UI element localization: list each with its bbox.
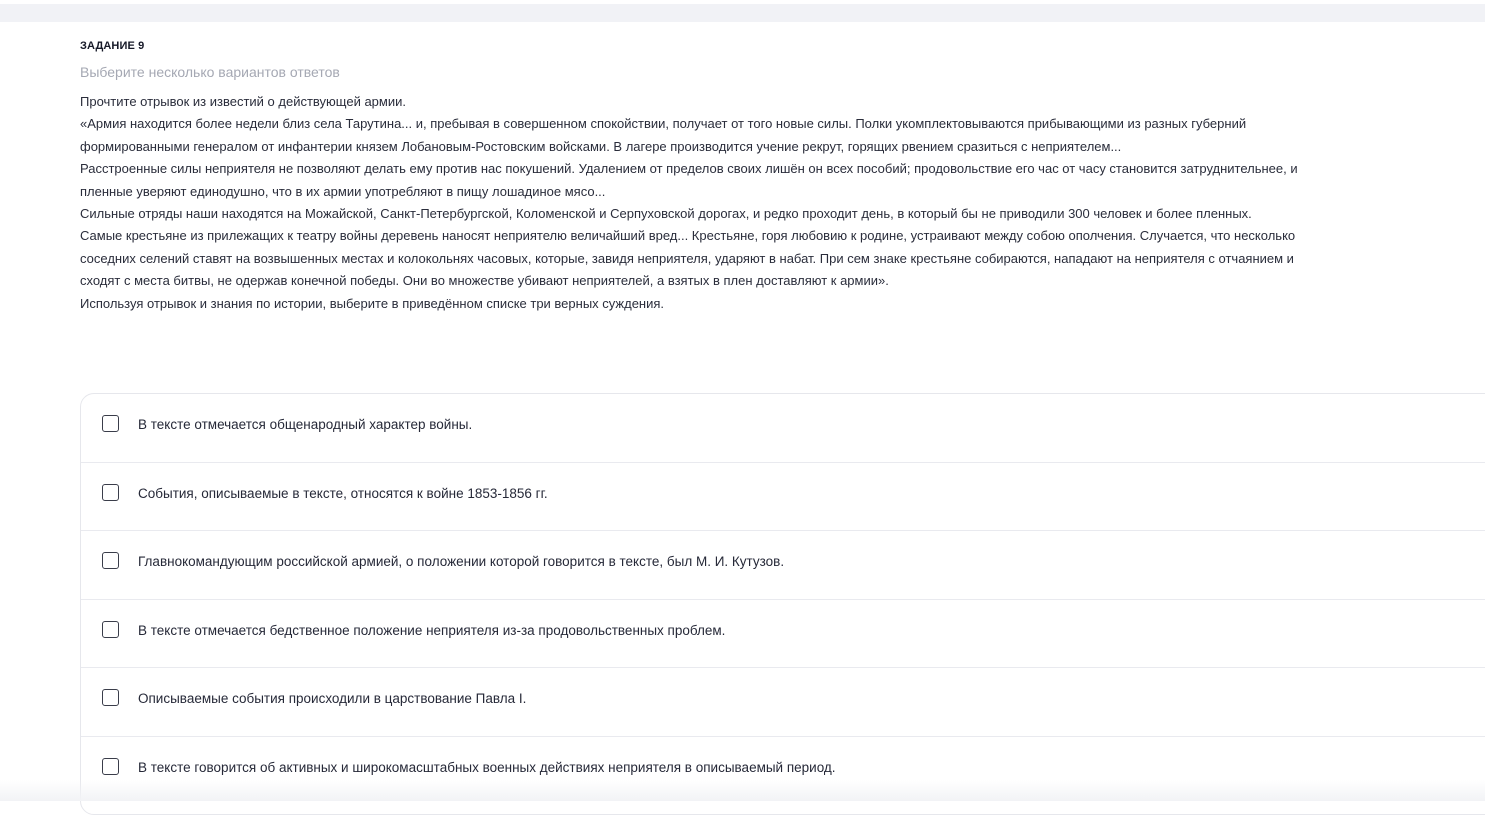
passage-line: Используя отрывок и знания по истории, в… (80, 295, 665, 311)
answer-option-label: События, описываемые в тексте, относятся… (138, 485, 548, 501)
checkbox[interactable] (102, 483, 119, 501)
answer-option[interactable]: Описываемые события происходили в царств… (81, 668, 1485, 737)
passage-line: формированными генералом от инфантерии к… (80, 138, 1122, 154)
passage-line: Самые крестьяне из прилежащих к театру в… (80, 228, 1296, 244)
checkbox[interactable] (102, 620, 119, 638)
answer-option-label: Описываемые события происходили в царств… (138, 691, 527, 706)
answer-option-label: В тексте отмечается бедственное положени… (138, 622, 726, 638)
answer-option-label: В тексте говорится об активных и широком… (138, 759, 836, 775)
passage-line: Прочтите отрывок из известий о действующ… (80, 94, 406, 109)
passage-line: пленные уверяют единодушно, что в их арм… (80, 183, 606, 199)
answer-option[interactable]: Главнокомандующим российской армией, о п… (81, 531, 1485, 600)
task-hint: Выберите несколько вариантов ответов (80, 64, 340, 80)
checkbox[interactable] (102, 689, 119, 706)
top-bar-band (0, 4, 1485, 22)
passage-line: соседних селений ставят на возвышенных м… (80, 250, 1294, 266)
checkbox[interactable] (102, 415, 119, 432)
answer-option[interactable]: В тексте отмечается общенародный характе… (81, 394, 1485, 463)
checkbox[interactable] (102, 552, 119, 569)
top-bar (0, 0, 1485, 22)
passage-line: Расстроенные силы неприятеля не позволяю… (80, 161, 1298, 177)
checkbox[interactable] (102, 757, 119, 775)
passage-line: сходят с места битвы, не одержав конечно… (80, 273, 889, 289)
answer-option[interactable]: В тексте говорится об активных и широком… (81, 737, 1485, 806)
task-title: ЗАДАНИЕ 9 (80, 40, 145, 52)
answer-option-label: В тексте отмечается общенародный характе… (138, 417, 473, 432)
task-passage: Прочтите отрывок из известий о действующ… (80, 91, 1485, 315)
answer-option-label: Главнокомандующим российской армией, о п… (138, 554, 785, 569)
passage-line: Сильные отряды наши находятся на Можайск… (80, 206, 1252, 222)
answer-option[interactable]: События, описываемые в тексте, относятся… (81, 463, 1485, 531)
passage-line: «Армия находится более недели близ села … (80, 116, 1247, 132)
answer-option[interactable]: В тексте отмечается бедственное положени… (81, 600, 1485, 668)
task-content: ЗАДАНИЕ 9 Выберите несколько вариантов о… (80, 38, 1485, 315)
answer-options-list: В тексте отмечается общенародный характе… (80, 393, 1485, 815)
